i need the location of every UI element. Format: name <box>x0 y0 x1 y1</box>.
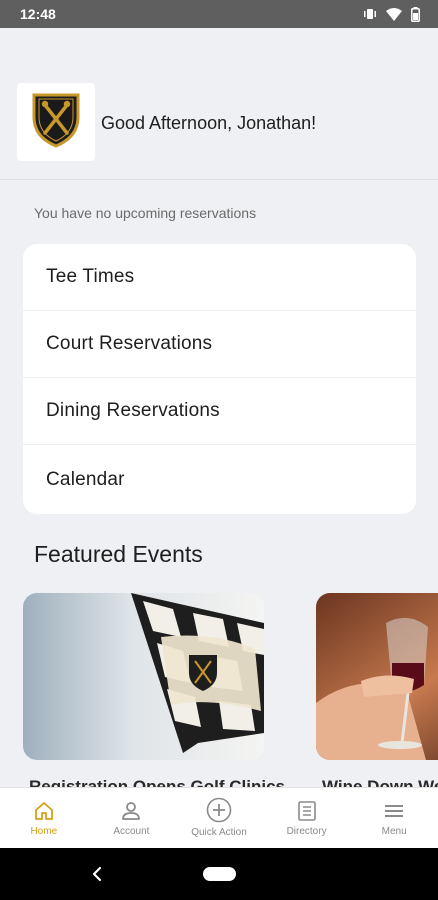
no-reservations-message: You have no upcoming reservations <box>34 205 257 221</box>
calendar-label: Calendar <box>46 468 125 490</box>
nav-quick-action-label: Quick Action <box>191 827 247 838</box>
dining-reservations-item[interactable]: Dining Reservations <box>23 378 416 445</box>
nav-quick-action[interactable]: Quick Action <box>175 788 263 848</box>
tee-times-label: Tee Times <box>46 266 135 287</box>
status-icons <box>363 6 420 22</box>
status-bar: 12:48 <box>0 0 438 28</box>
plus-circle-icon <box>206 797 232 827</box>
dining-reservations-label: Dining Reservations <box>46 400 220 421</box>
hamburger-icon <box>383 800 405 826</box>
list-book-icon <box>296 800 318 826</box>
tee-times-item[interactable]: Tee Times <box>23 244 416 311</box>
nav-directory-label: Directory <box>286 826 327 837</box>
system-navigation-bar <box>0 848 438 900</box>
back-icon[interactable] <box>90 865 104 888</box>
header: Good Afternoon, Jonathan! <box>0 28 438 180</box>
nav-account-label: Account <box>113 826 150 837</box>
greeting-text: Good Afternoon, Jonathan! <box>101 113 317 133</box>
vibrate-icon <box>363 8 377 20</box>
club-logo <box>17 83 95 161</box>
person-icon <box>120 800 142 826</box>
nav-home-label: Home <box>30 826 58 837</box>
nav-home[interactable]: Home <box>0 788 88 848</box>
wifi-icon <box>386 7 402 21</box>
home-icon <box>33 800 55 826</box>
home-pill-button[interactable] <box>203 867 236 881</box>
wine-glasses-image <box>316 593 438 760</box>
nav-directory[interactable]: Directory <box>263 788 351 848</box>
battery-icon <box>411 6 420 22</box>
club-crest-icon <box>30 91 82 154</box>
nav-menu-label: Menu <box>381 826 407 837</box>
event-card-golf-clinics[interactable] <box>23 593 264 760</box>
featured-events-title: Featured Events <box>34 541 203 567</box>
nav-menu[interactable]: Menu <box>350 788 438 848</box>
nav-account[interactable]: Account <box>88 788 176 848</box>
checkered-flag-image <box>23 593 264 760</box>
event-card-wine-down[interactable] <box>316 593 438 760</box>
court-reservations-label: Court Reservations <box>46 333 213 354</box>
court-reservations-item[interactable]: Court Reservations <box>23 311 416 378</box>
status-time: 12:48 <box>20 6 56 22</box>
bottom-navigation: Home Account Quick Action Directory Menu <box>0 787 438 848</box>
reservations-card: Tee Times Court Reservations Dining Rese… <box>23 244 416 514</box>
featured-events-carousel[interactable]: Registration Opens Golf Clinics Wine Dow… <box>23 593 438 793</box>
calendar-item[interactable]: Calendar <box>23 445 416 514</box>
